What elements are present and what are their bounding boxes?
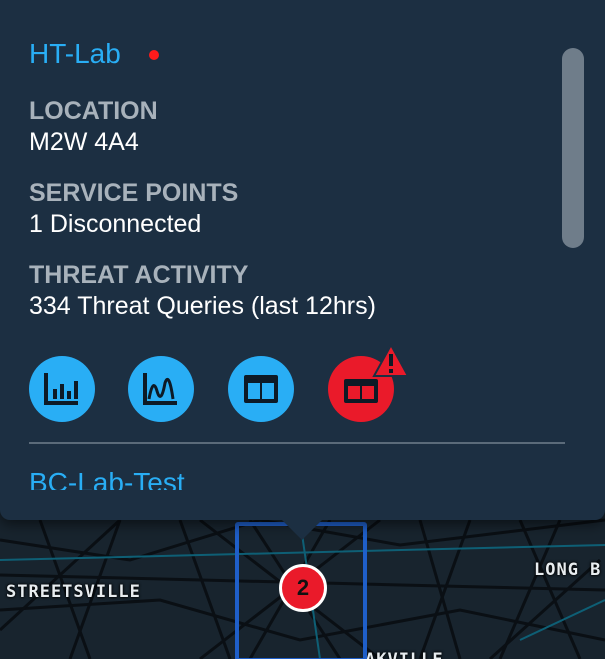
bar-chart-icon (44, 373, 78, 405)
popup-pointer (280, 518, 324, 540)
location-label: LOCATION (29, 97, 158, 125)
popup-content[interactable]: HT-Lab LOCATION M2W 4A4 SERVICE POINTS 1… (29, 0, 569, 490)
service-points-value: 1 Disconnected (29, 210, 202, 238)
map-label-oakville: AKVILLE (365, 650, 444, 659)
scrollbar[interactable] (562, 48, 584, 248)
bar-chart-button[interactable] (29, 356, 95, 422)
threat-activity-label: THREAT ACTIVITY (29, 261, 249, 289)
line-chart-icon (143, 373, 177, 405)
scrollbar-thumb[interactable] (562, 48, 584, 248)
warning-icon (372, 343, 410, 377)
site-popup: HT-Lab LOCATION M2W 4A4 SERVICE POINTS 1… (0, 0, 605, 520)
map-label-streetsville: STREETSVILLE (6, 582, 141, 602)
threat-activity-value: 334 Threat Queries (last 12hrs) (29, 292, 376, 320)
cluster-marker[interactable]: 2 (279, 564, 327, 612)
dashboard-button[interactable] (228, 356, 294, 422)
divider (29, 442, 565, 444)
line-chart-button[interactable] (128, 356, 194, 422)
status-indicator (149, 50, 159, 60)
location-value: M2W 4A4 (29, 128, 139, 156)
dashboard-icon (244, 375, 278, 403)
service-points-label: SERVICE POINTS (29, 179, 239, 207)
next-site-link[interactable]: BC-Lab-Test (29, 467, 185, 490)
site-name-link[interactable]: HT-Lab (29, 38, 121, 70)
map-label-long-branch: LONG B (534, 560, 602, 580)
